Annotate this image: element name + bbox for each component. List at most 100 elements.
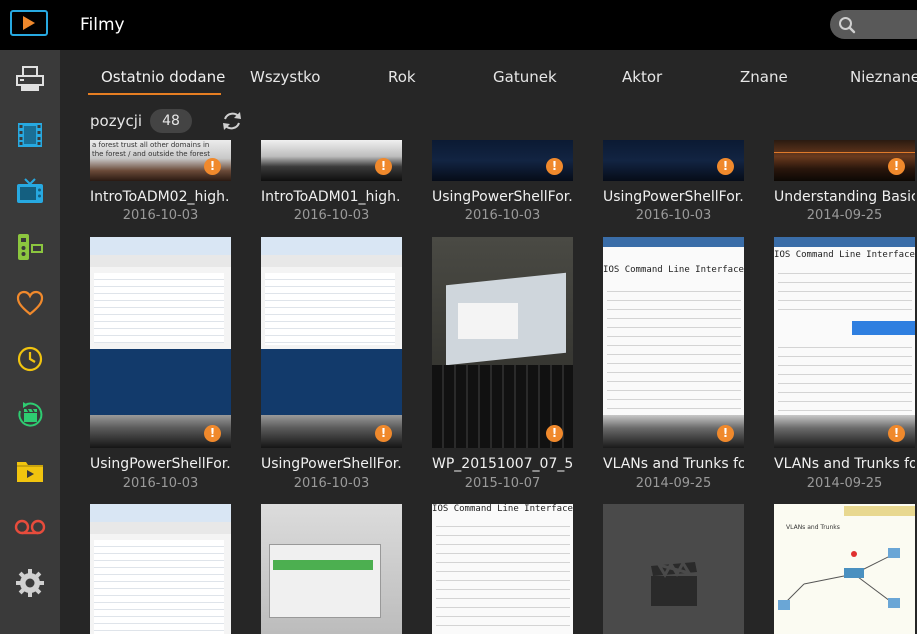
printer-icon <box>16 66 44 91</box>
tile-title: IntroToADM01_high.... <box>261 189 402 205</box>
thumbnail: IOS Command Line Interface ! <box>603 237 744 448</box>
window-toolbar <box>90 522 231 534</box>
media-tile[interactable]: VLANs and Trunks <box>774 504 915 634</box>
media-tile[interactable]: IOS Command Line Interface <box>432 504 573 634</box>
recent-clapper-icon <box>18 402 43 427</box>
tile-date: 2015-10-07 <box>464 476 541 491</box>
warning-icon: ! <box>375 158 392 175</box>
item-count-label: pozycji <box>90 112 143 130</box>
media-tile[interactable]: ! WP_20151007_07_56... 2015-10-07 <box>432 237 573 497</box>
refresh-button[interactable] <box>220 109 244 137</box>
search-icon <box>839 17 856 34</box>
sidebar-item-movies[interactable] <box>12 117 48 153</box>
slide-title: IOS Command Line Interface <box>603 265 744 275</box>
dialog-selected-row <box>273 560 373 570</box>
thumbnail-line <box>774 152 915 153</box>
search-box[interactable] <box>830 10 917 39</box>
tile-date: 2016-10-03 <box>122 476 199 491</box>
media-tile[interactable] <box>603 504 744 634</box>
thumbnail: VLANs and Trunks <box>774 504 915 634</box>
tile-date: 2016-10-03 <box>293 476 370 491</box>
tile-date: 2016-10-03 <box>464 208 541 223</box>
media-tile[interactable]: ! UsingPowerShellFor... 2016-10-03 <box>90 237 231 497</box>
media-tile[interactable]: ! Understanding Basic... 2014-09-25 <box>774 140 915 230</box>
tab-known[interactable]: Znane <box>740 68 788 86</box>
sidebar-item-favorites[interactable] <box>12 285 48 321</box>
thumbnail: ! <box>261 237 402 448</box>
slide-title: IOS Command Line Interface <box>774 250 915 260</box>
sidebar-item-tv[interactable] <box>12 173 48 209</box>
tile-date: 2016-10-03 <box>635 208 712 223</box>
refresh-icon <box>223 112 241 130</box>
media-tile[interactable] <box>90 504 231 634</box>
media-tile[interactable]: IOS Command Line Interface ! VLANs and T… <box>603 237 744 497</box>
thumbnail: ! <box>261 140 402 181</box>
media-tile[interactable]: ! UsingPowerShellFor... 2016-10-03 <box>603 140 744 230</box>
media-tile[interactable]: ! IntroToADM01_high.... 2016-10-03 <box>261 140 402 230</box>
dialog-window <box>269 544 381 618</box>
thumbnail: ! <box>603 140 744 181</box>
tile-date: 2016-10-03 <box>122 208 199 223</box>
tab-genre[interactable]: Gatunek <box>493 68 557 86</box>
remote-control-icon <box>18 234 43 260</box>
tile-title: UsingPowerShellFor... <box>432 189 573 205</box>
warning-icon: ! <box>546 425 563 442</box>
sidebar <box>0 50 60 634</box>
heart-icon <box>16 290 44 316</box>
tab-all[interactable]: Wszystko <box>250 68 320 86</box>
tab-year[interactable]: Rok <box>388 68 416 86</box>
sidebar-item-devices[interactable] <box>12 61 48 97</box>
thumbnail: ! <box>774 140 915 181</box>
sidebar-item-remote[interactable] <box>12 229 48 265</box>
tile-title: UsingPowerShellFor... <box>261 456 402 472</box>
warning-icon: ! <box>204 425 221 442</box>
page-title: Filmy <box>80 15 125 35</box>
media-tile[interactable]: a forest trust all other domains in the … <box>90 140 231 230</box>
tv-icon <box>17 178 43 203</box>
sidebar-item-recordings[interactable] <box>12 509 48 545</box>
gear-icon <box>16 569 44 597</box>
warning-icon: ! <box>717 425 734 442</box>
film-strip-icon <box>18 123 42 147</box>
tab-unknown[interactable]: Nieznane <box>850 68 917 86</box>
active-tab-indicator <box>88 93 221 95</box>
media-tile[interactable]: IOS Command Line Interface ! VLANs and T… <box>774 237 915 497</box>
warning-icon: ! <box>375 425 392 442</box>
warning-icon: ! <box>888 425 905 442</box>
warning-icon: ! <box>717 158 734 175</box>
thumbnail <box>90 504 231 634</box>
sidebar-item-history[interactable] <box>12 341 48 377</box>
window-toolbar <box>261 255 402 267</box>
tab-actor[interactable]: Aktor <box>622 68 662 86</box>
console-pane <box>90 349 231 415</box>
tab-recently-added[interactable]: Ostatnio dodane <box>101 68 225 86</box>
script-pane <box>94 540 224 634</box>
console-text <box>778 265 912 315</box>
tile-title: UsingPowerShellFor... <box>90 456 231 472</box>
media-tile[interactable]: ! UsingPowerShellFor... 2016-10-03 <box>432 140 573 230</box>
slide-title: IOS Command Line Interface <box>432 504 573 514</box>
app-logo-icon[interactable] <box>10 10 48 36</box>
network-diagram-icon <box>778 548 900 610</box>
thumbnail: a forest trust all other domains in the … <box>90 140 231 181</box>
slide-title: VLANs and Trunks <box>786 524 840 531</box>
tile-title: WP_20151007_07_56... <box>432 456 573 472</box>
tile-date: 2014-09-25 <box>806 208 883 223</box>
media-tile[interactable]: ! UsingPowerShellFor... 2016-10-03 <box>261 237 402 497</box>
tile-title: UsingPowerShellFor... <box>603 189 744 205</box>
window-titlebar <box>90 504 231 522</box>
warning-icon: ! <box>204 158 221 175</box>
sidebar-item-recent[interactable] <box>12 397 48 433</box>
script-pane <box>94 273 224 343</box>
media-tile[interactable] <box>261 504 402 634</box>
sidebar-item-settings[interactable] <box>12 565 48 601</box>
tile-date: 2016-10-03 <box>293 208 370 223</box>
item-count-badge: 48 <box>150 109 192 133</box>
highlight-block <box>852 321 915 335</box>
slide-header <box>603 237 744 247</box>
console-text <box>778 339 912 413</box>
thumbnail-caption: a forest trust all other domains in the … <box>92 141 210 158</box>
window-toolbar <box>90 255 231 267</box>
sidebar-item-folders[interactable] <box>12 453 48 489</box>
thumbnail: ! <box>432 237 573 448</box>
